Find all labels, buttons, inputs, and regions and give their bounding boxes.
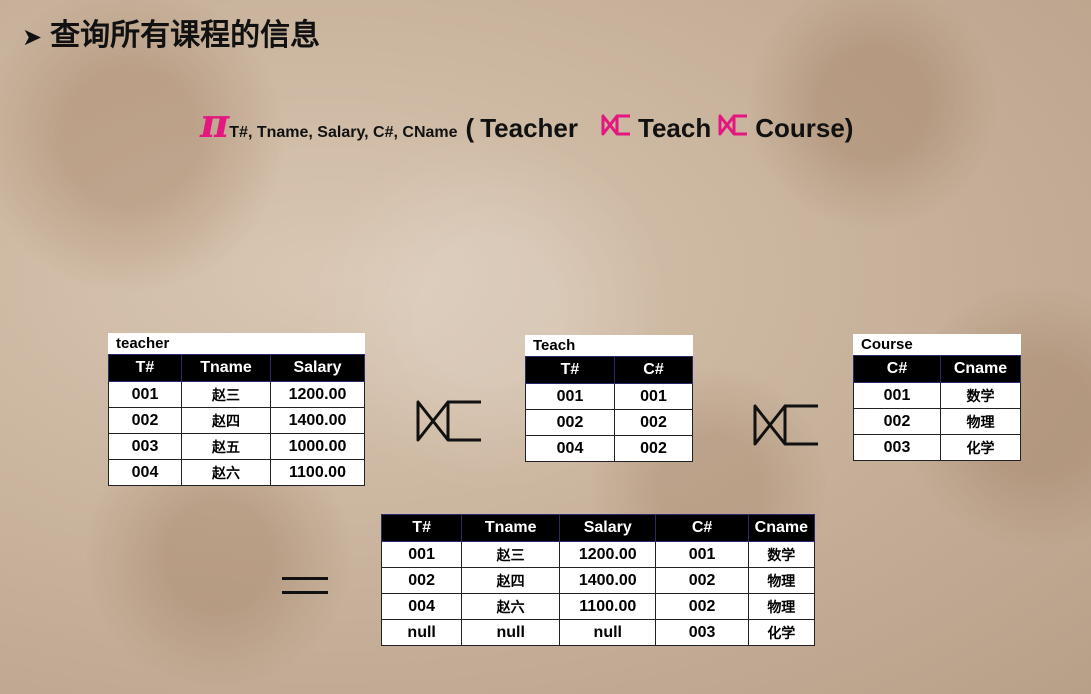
- table-row: 004 赵六 1100.00 002 物理: [380, 593, 816, 620]
- table-cell: null: [461, 619, 561, 646]
- table-cell: 001: [853, 382, 941, 409]
- table-row: 004 002: [525, 435, 693, 462]
- table-cell: 003: [655, 619, 749, 646]
- table-cell: null: [380, 619, 463, 646]
- table-cell: 001: [380, 541, 463, 568]
- table-row: 001 赵三 1200.00: [108, 381, 365, 408]
- column-header: C#: [655, 514, 749, 542]
- table-cell: 物理: [747, 593, 816, 620]
- table-cell: 1000.00: [270, 433, 365, 460]
- table-cell: 1200.00: [559, 541, 657, 568]
- table-cell: 赵五: [181, 433, 271, 460]
- table-cell: 002: [655, 593, 749, 620]
- formula-open-paren: (: [465, 113, 475, 143]
- table-cell: 002: [655, 567, 749, 594]
- table-cell: 赵六: [181, 459, 271, 486]
- table-cell: 物理: [747, 567, 816, 594]
- table-cell: 赵四: [461, 567, 561, 594]
- table-cell: null: [559, 619, 657, 646]
- table-header-row: C# Cname: [853, 355, 1021, 383]
- table-cell: 数学: [747, 541, 816, 568]
- table-cell: 1400.00: [559, 567, 657, 594]
- column-header: T#: [525, 356, 615, 384]
- formula-relation-teach: Teach: [638, 113, 712, 143]
- teacher-table: teacher T# Tname Salary 001 赵三 1200.00 0…: [108, 333, 365, 486]
- table-row: 001 数学: [853, 382, 1021, 409]
- page-title: ➤ 查询所有课程的信息: [22, 10, 320, 54]
- table-cell: 001: [525, 383, 615, 410]
- table-cell: 化学: [940, 434, 1021, 461]
- page-title-text: 查询所有课程的信息: [50, 18, 321, 53]
- table-row: null null null 003 化学: [380, 619, 816, 646]
- relational-algebra-formula: π T#, Tname, Salary, C#, CName ( Teacher…: [200, 100, 854, 147]
- table-cell: 物理: [940, 408, 1021, 435]
- formula-relation-course: Course): [755, 113, 854, 143]
- table-cell: 赵四: [181, 407, 271, 434]
- table-row: 003 赵五 1000.00: [108, 433, 365, 460]
- table-cell: 1400.00: [270, 407, 365, 434]
- table-cell: 001: [614, 383, 693, 410]
- table-cell: 003: [853, 434, 941, 461]
- table-row: 001 001: [525, 383, 693, 410]
- table-cell: 002: [525, 409, 615, 436]
- table-cell: 002: [614, 409, 693, 436]
- column-header: Salary: [270, 354, 365, 382]
- bullet-arrow-icon: ➤: [22, 23, 43, 51]
- table-cell: 1100.00: [559, 593, 657, 620]
- column-header: T#: [108, 354, 182, 382]
- course-table-caption: Course: [853, 334, 1021, 355]
- table-cell: 004: [108, 459, 182, 486]
- table-cell: 赵六: [461, 593, 561, 620]
- table-row: 002 赵四 1400.00: [108, 407, 365, 434]
- table-cell: 002: [108, 407, 182, 434]
- table-row: 003 化学: [853, 434, 1021, 461]
- outer-join-icon: [601, 114, 630, 136]
- column-header: T#: [380, 514, 463, 542]
- table-header-row: T# C#: [525, 356, 693, 384]
- column-header: Tname: [461, 514, 561, 542]
- teach-table: Teach T# C# 001 001 002 002 004 002: [525, 335, 693, 462]
- projection-attributes: T#, Tname, Salary, C#, CName: [229, 124, 458, 141]
- column-header: C#: [614, 356, 693, 384]
- table-cell: 004: [525, 435, 615, 462]
- projection-pi-symbol: π: [200, 100, 230, 147]
- table-cell: 赵三: [181, 381, 271, 408]
- table-row: 004 赵六 1100.00: [108, 459, 365, 486]
- table-header-row: T# Tname Salary C# Cname: [380, 514, 816, 542]
- teacher-table-caption: teacher: [108, 333, 365, 354]
- table-row: 002 物理: [853, 408, 1021, 435]
- outer-join-icon: [416, 400, 481, 442]
- table-cell: 001: [108, 381, 182, 408]
- outer-join-icon: [753, 404, 818, 446]
- table-cell: 数学: [940, 382, 1021, 409]
- table-header-row: T# Tname Salary: [108, 354, 365, 382]
- table-cell: 002: [853, 408, 941, 435]
- teach-table-caption: Teach: [525, 335, 693, 356]
- column-header: Cname: [747, 514, 816, 542]
- formula-relation-teacher: Teacher: [480, 113, 578, 143]
- equals-icon: [282, 577, 328, 594]
- table-row: 001 赵三 1200.00 001 数学: [380, 541, 816, 568]
- column-header: Salary: [559, 514, 657, 542]
- table-cell: 赵三: [461, 541, 561, 568]
- table-cell: 1200.00: [270, 381, 365, 408]
- table-cell: 002: [614, 435, 693, 462]
- table-cell: 004: [380, 593, 463, 620]
- result-table: T# Tname Salary C# Cname 001 赵三 1200.00 …: [380, 514, 816, 646]
- column-header: Tname: [181, 354, 271, 382]
- table-row: 002 002: [525, 409, 693, 436]
- column-header: Cname: [940, 355, 1021, 383]
- table-cell: 001: [655, 541, 749, 568]
- column-header: C#: [853, 355, 941, 383]
- course-table: Course C# Cname 001 数学 002 物理 003 化学: [853, 334, 1021, 461]
- table-cell: 1100.00: [270, 459, 365, 486]
- table-row: 002 赵四 1400.00 002 物理: [380, 567, 816, 594]
- table-cell: 化学: [747, 619, 816, 646]
- table-cell: 003: [108, 433, 182, 460]
- table-cell: 002: [380, 567, 463, 594]
- outer-join-icon: [718, 114, 748, 136]
